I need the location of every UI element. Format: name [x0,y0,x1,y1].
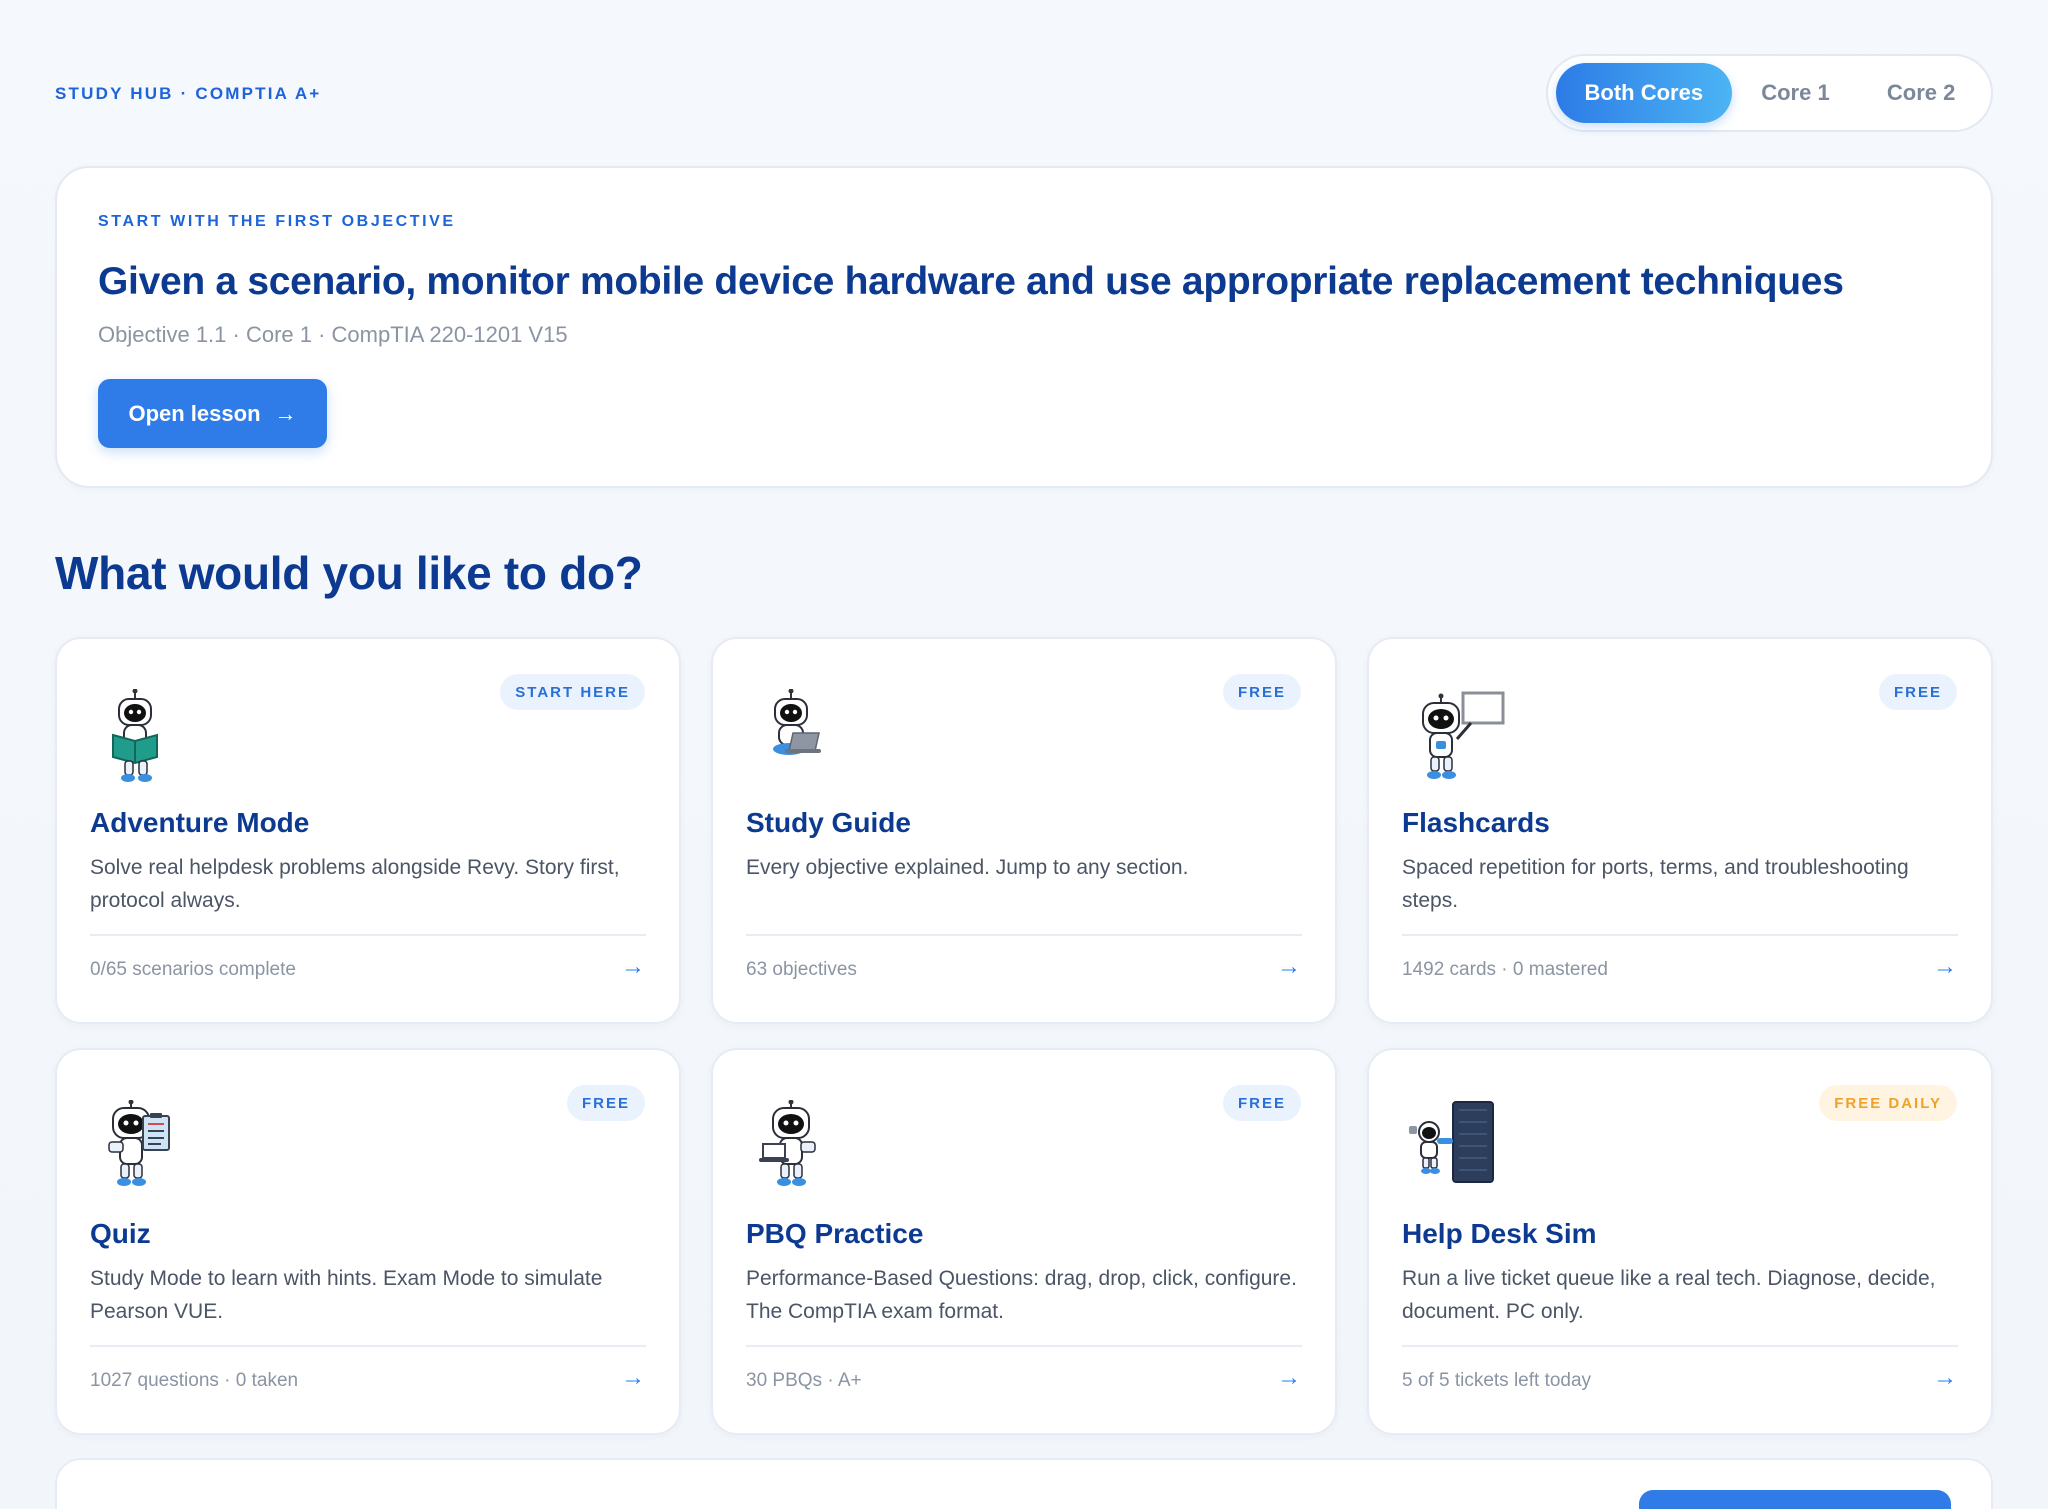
robot-clipboard-icon [108,1100,170,1186]
card-divider [1402,934,1958,936]
arrow-right-icon[interactable]: → [1277,1364,1301,1392]
card-footer: 1027 questions · 0 taken [90,1370,299,1391]
card-description: Performance-Based Questions: drag, drop,… [746,1267,1297,1323]
card-badge: FREE [1222,674,1301,710]
card-title: Quiz [90,1218,151,1249]
card-description: Run a live ticket queue like a real tech… [1402,1267,1936,1323]
open-lesson-label: Open lesson [128,400,261,426]
pbq-practice-card[interactable]: FREE PBQ Practice Performance-Based Ques… [711,1048,1337,1435]
arrow-right-icon[interactable]: → [621,1364,645,1392]
bottom-card [55,1458,1993,1509]
quiz-card[interactable]: FREE Quiz Study Mode to learn with hints… [55,1048,681,1435]
card-title: Help Desk Sim [1402,1218,1597,1249]
study-guide-card[interactable]: FREE Study Guide Every objective explain… [711,637,1337,1024]
first-objective-card: START WITH THE FIRST OBJECTIVE Given a s… [55,166,1993,488]
core-scope-toggle: Both Cores Core 1 Core 2 [1546,54,1993,132]
robot-laptop-icon [759,1100,816,1186]
card-divider [90,1345,646,1347]
section-title: What would you like to do? [55,547,643,599]
flashcards-card[interactable]: FREE Flashcards Spaced repetition for po… [1367,637,1993,1024]
card-badge: FREE DAILY [1819,1085,1957,1121]
card-footer: 30 PBQs · A+ [746,1370,862,1391]
card-badge: FREE [566,1085,645,1121]
adventure-mode-card[interactable]: START HERE Adventure Mode Solve real hel… [55,637,681,1024]
arrow-right-icon[interactable]: → [1277,953,1301,981]
card-description: Study Mode to learn with hints. Exam Mod… [90,1267,603,1323]
arrow-right-icon[interactable]: → [1933,953,1957,981]
tab-core-2[interactable]: Core 2 [1859,63,1983,123]
card-divider [746,1345,1302,1347]
card-description: Spaced repetition for ports, terms, and … [1402,856,1909,912]
top-bar: STUDY HUB · COMPTIA A+ Both Cores Core 1… [55,54,1993,134]
card-footer: 5 of 5 tickets left today [1402,1370,1592,1391]
card-title: Study Guide [746,807,911,838]
arrow-right-icon: → [274,400,297,426]
card-title: PBQ Practice [746,1218,924,1249]
hero-eyebrow: START WITH THE FIRST OBJECTIVE [98,213,456,230]
card-divider [746,934,1302,936]
card-description: Solve real helpdesk problems alongside R… [90,856,620,912]
bottom-card-button[interactable] [1639,1490,1951,1509]
help-desk-sim-card[interactable]: FREE DAILY Help Desk Sim Run a live tick… [1367,1048,1993,1435]
card-badge: FREE [1878,674,1957,710]
robot-board-icon [1422,691,1505,779]
robot-server-icon [1409,1101,1494,1183]
arrow-right-icon[interactable]: → [621,953,645,981]
card-description: Every objective explained. Jump to any s… [746,856,1189,879]
card-footer: 63 objectives [746,959,857,980]
robot-reading-icon [112,689,158,782]
objective-title: Given a scenario, monitor mobile device … [98,260,1844,303]
card-footer: 0/65 scenarios complete [90,959,296,980]
card-badge: FREE [1222,1085,1301,1121]
card-divider [90,934,646,936]
tab-both-cores[interactable]: Both Cores [1556,63,1732,123]
arrow-right-icon[interactable]: → [1933,1364,1957,1392]
robot-laptop-icon [773,689,821,755]
tab-core-1[interactable]: Core 1 [1732,63,1860,123]
card-title: Flashcards [1402,807,1550,838]
brand-label: STUDY HUB · COMPTIA A+ [55,84,322,103]
card-badge: START HERE [500,674,645,710]
card-title: Adventure Mode [90,807,310,838]
objective-meta: Objective 1.1 · Core 1 · CompTIA 220-120… [98,322,568,347]
card-footer: 1492 cards · 0 mastered [1402,959,1608,980]
card-divider [1402,1345,1958,1347]
open-lesson-button[interactable]: Open lesson → [98,379,327,448]
